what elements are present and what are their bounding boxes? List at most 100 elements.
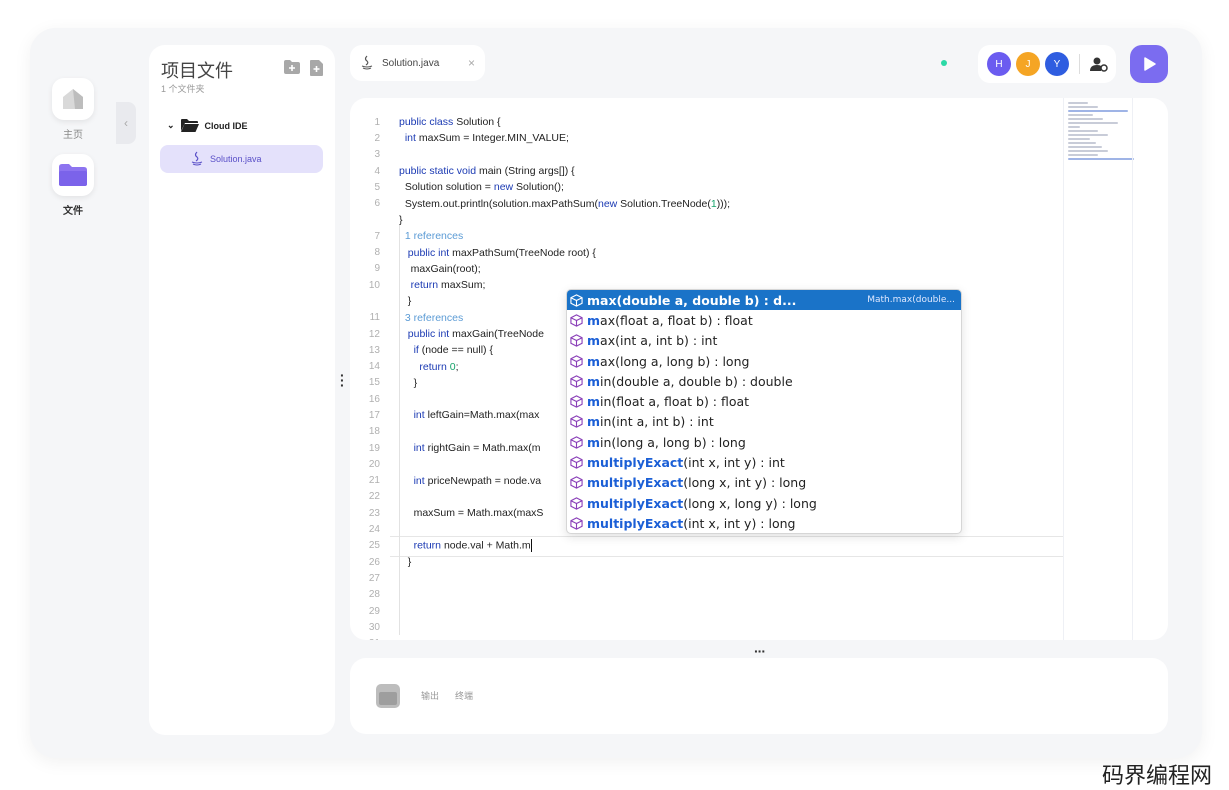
line-number: 19 xyxy=(368,442,380,454)
code-text: int leftGain=Math.max(max xyxy=(413,409,540,422)
code-line[interactable]: 4 public static void main (String args[])… xyxy=(350,163,1065,179)
line-number: 17 xyxy=(368,409,380,421)
code-line[interactable]: 27 xyxy=(350,570,1065,586)
suggestion-signature: ax(long a, long b) : long xyxy=(600,353,750,369)
suggestion-match: m xyxy=(587,353,601,369)
line-number: 18 xyxy=(368,426,380,438)
suggestion-match: m xyxy=(587,373,601,389)
line-number: 20 xyxy=(368,458,380,470)
new-folder-icon[interactable] xyxy=(284,60,300,74)
suggestion-item[interactable]: m ax(int a, int b) : int xyxy=(567,331,961,351)
user-avatar[interactable]: J xyxy=(1016,52,1040,76)
code-line[interactable]: 30 xyxy=(350,619,1065,635)
nav-files[interactable]: 文件 xyxy=(50,154,96,217)
code-line[interactable]: 5 Solution solution = new Solution(); xyxy=(350,179,1065,195)
java-icon xyxy=(191,151,203,166)
tab-output[interactable]: 输出 xyxy=(421,689,439,702)
suggestion-signature: in(long a, long b) : long xyxy=(600,434,746,450)
editor-tab-solution-java[interactable]: Solution.java × xyxy=(350,45,485,81)
user-settings-icon[interactable] xyxy=(1090,56,1108,72)
code-text: return maxSum; xyxy=(410,279,486,292)
code-line[interactable]: 26 } xyxy=(350,554,1065,570)
code-line[interactable]: 1 public class Solution { xyxy=(350,114,1065,130)
code-line[interactable]: 6 System.out.println(solution.maxPathSum… xyxy=(350,195,1065,211)
new-file-icon[interactable] xyxy=(310,60,323,76)
suggestion-item[interactable]: multiplyExact (int x, int y) : long xyxy=(567,513,961,533)
vertical-scrollbar[interactable] xyxy=(1132,98,1133,640)
terminal-icon xyxy=(376,684,400,708)
code-line[interactable]: 25 return node.val + Math.m xyxy=(350,538,1065,554)
java-icon xyxy=(361,55,373,70)
suggestion-item[interactable]: m in(int a, int b) : int xyxy=(567,412,961,432)
code-text: return node.val + Math.m xyxy=(413,539,532,553)
panel-resize-handle[interactable]: ··· xyxy=(754,643,766,659)
user-avatar[interactable]: H xyxy=(987,52,1011,76)
suggestion-item[interactable]: multiplyExact (long x, long y) : long xyxy=(567,493,961,513)
autocomplete-popup[interactable]: m ax(double a, double b) : d... Math.max(d… xyxy=(566,289,962,534)
tree-file-solution-java[interactable]: Solution.java xyxy=(160,145,323,173)
suggestion-match: m xyxy=(587,333,601,349)
line-number: 14 xyxy=(368,361,380,373)
output-panel: 输出 终端 xyxy=(350,658,1168,734)
code-text: } xyxy=(399,295,412,308)
suggestion-item[interactable]: m ax(long a, long b) : long xyxy=(567,351,961,371)
code-text: return 0; xyxy=(419,360,459,373)
code-line[interactable]: 28 xyxy=(350,587,1065,603)
code-line[interactable]: 7 1 references xyxy=(350,228,1065,244)
suggestion-item[interactable]: multiplyExact (long x, int y) : long xyxy=(567,473,961,493)
watermark: 码界编程网 xyxy=(1102,764,1213,789)
code-text: int maxSum = Integer.MIN_VALUE; xyxy=(404,132,569,145)
line-number: 24 xyxy=(368,524,380,536)
files-panel-title: 项目文件 xyxy=(161,61,233,81)
suggestion-signature: (long x, int y) : long xyxy=(683,475,807,491)
suggestion-signature: in(int a, int b) : int xyxy=(600,414,714,430)
project-files-panel: 项目文件 1 个文件夹 ⌄ Cloud IDE Solution.java xyxy=(149,45,335,735)
folder-name: Cloud IDE xyxy=(204,120,248,131)
method-icon xyxy=(570,436,583,449)
code-text: Solution solution = new Solution(); xyxy=(399,181,564,194)
code-line[interactable]: } xyxy=(350,212,1065,228)
code-line[interactable]: 31 xyxy=(350,636,1065,640)
minimap[interactable] xyxy=(1063,98,1134,640)
method-icon xyxy=(570,334,583,347)
line-number: 4 xyxy=(374,165,380,177)
run-button[interactable] xyxy=(1130,45,1168,83)
close-icon[interactable]: × xyxy=(468,56,475,70)
panel-resize-handle-vertical[interactable]: · · · xyxy=(340,368,345,392)
suggestion-item[interactable]: m ax(double a, double b) : d... Math.max(d… xyxy=(567,290,961,311)
suggestion-match: m xyxy=(587,414,601,430)
tree-folder-cloud-ide[interactable]: ⌄ Cloud IDE xyxy=(167,119,248,132)
code-text: } xyxy=(399,556,412,569)
suggestion-item[interactable]: m in(long a, long b) : long xyxy=(567,432,961,452)
nav-home[interactable]: 主页 xyxy=(50,78,96,141)
user-avatar[interactable]: Y xyxy=(1045,52,1069,76)
avatars: HJY xyxy=(987,52,1069,76)
code-text: public static void main (String args[]) … xyxy=(399,165,575,178)
line-number: 7 xyxy=(374,230,380,242)
code-text: public class Solution { xyxy=(399,116,501,129)
code-text: System.out.println(solution.maxPathSum(n… xyxy=(399,197,731,210)
nav-home-label: 主页 xyxy=(63,130,83,141)
chevron-down-icon: ⌄ xyxy=(167,120,175,130)
tab-terminal[interactable]: 终端 xyxy=(455,689,473,702)
code-line[interactable]: 8 public int maxPathSum(TreeNode root) { xyxy=(350,244,1065,260)
line-number: 30 xyxy=(368,621,380,633)
code-line[interactable]: 3 xyxy=(350,147,1065,163)
code-text: int priceNewpath = node.va xyxy=(413,474,542,487)
code-text: public int maxPathSum(TreeNode root) { xyxy=(407,246,596,259)
line-number: 28 xyxy=(368,589,380,601)
code-line[interactable]: 29 xyxy=(350,603,1065,619)
method-icon xyxy=(570,496,583,510)
code-line[interactable]: 9 maxGain(root); xyxy=(350,261,1065,277)
suggestion-signature: ax(float a, float b) : float xyxy=(600,312,753,328)
line-number: 29 xyxy=(368,605,380,617)
code-text: int rightGain = Math.max(m xyxy=(413,442,541,455)
suggestion-item[interactable]: multiplyExact (int x, int y) : int xyxy=(567,452,961,472)
code-text: public int maxGain(TreeNode xyxy=(407,328,544,340)
suggestion-item[interactable]: m in(float a, float b) : float xyxy=(567,391,961,411)
code-line[interactable]: 2 int maxSum = Integer.MIN_VALUE; xyxy=(350,130,1065,146)
suggestion-item[interactable]: m ax(float a, float b) : float xyxy=(567,310,961,330)
suggestion-item[interactable]: m in(double a, double b) : double xyxy=(567,371,961,391)
collapse-sidebar-button[interactable]: ‹ xyxy=(116,102,136,144)
line-number: 27 xyxy=(368,572,380,584)
